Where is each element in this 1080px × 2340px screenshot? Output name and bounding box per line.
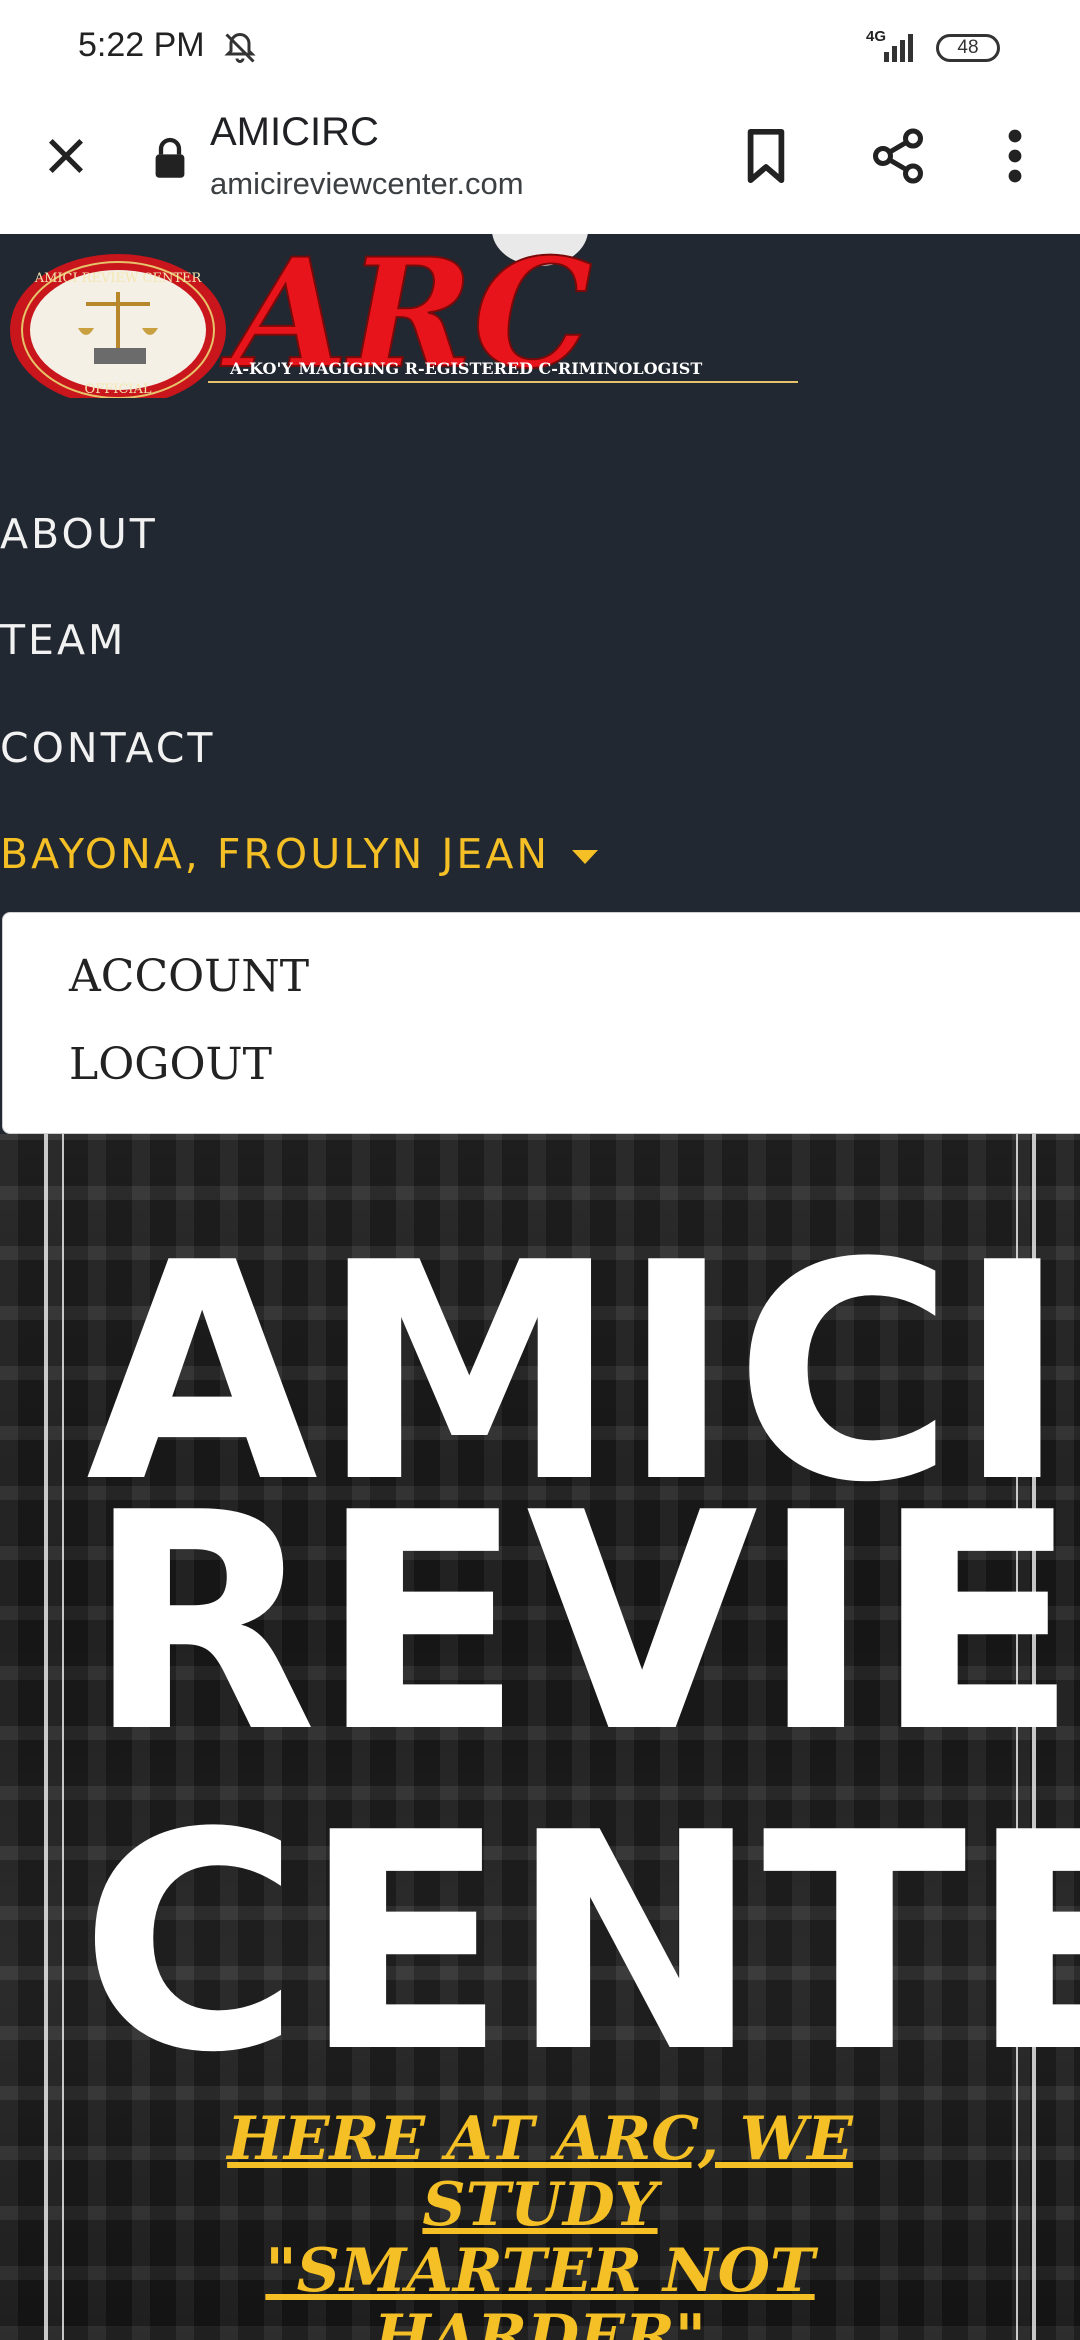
page-url[interactable]: amicireviewcenter.com — [210, 166, 524, 202]
site-logo[interactable]: AMICI REVIEW CENTER OFFICIAL ARC A-KO'Y … — [8, 248, 808, 398]
tagline-line-2: "SMARTER NOT HARDER" — [265, 2236, 815, 2340]
caret-down-icon — [572, 850, 599, 864]
nav-about[interactable]: ABOUT — [0, 510, 158, 558]
more-options-icon[interactable] — [1000, 126, 1030, 186]
menu-item-logout[interactable]: LOGOUT — [69, 1039, 272, 1090]
share-icon[interactable] — [868, 126, 928, 186]
close-icon[interactable] — [40, 130, 92, 182]
status-time: 5:22 PM — [78, 26, 205, 64]
bookmark-icon[interactable] — [744, 126, 788, 186]
web-page: AMICI REVIEW CENTER OFFICIAL ARC A-KO'Y … — [0, 234, 1080, 2340]
nav-contact[interactable]: CONTACT — [0, 724, 215, 772]
browser-toolbar: AMICIRC amicireviewcenter.com — [0, 96, 1080, 235]
hero-border-left — [44, 1134, 48, 2340]
tagline-line-1: HERE AT ARC, WE STUDY — [227, 2104, 853, 2240]
status-bar: 5:22 PM 4G 48 — [0, 0, 1080, 96]
nav-team[interactable]: TEAM — [0, 616, 126, 664]
page-title[interactable]: AMICIRC — [210, 110, 379, 155]
nav-user-menu[interactable]: BAYONA, FROULYN JEAN — [0, 830, 599, 878]
lock-icon[interactable] — [152, 136, 188, 180]
battery-indicator: 48 — [936, 34, 1000, 62]
user-dropdown-menu: ACCOUNT LOGOUT — [2, 912, 1080, 1134]
logo-tagline: A-KO'Y MAGIGING R-EGISTERED C-RIMINOLOGI… — [229, 359, 702, 378]
seal-text-bottom: OFFICIAL — [85, 382, 152, 397]
muted-bell-icon — [224, 32, 256, 63]
signal-icon — [884, 34, 913, 62]
hero-heading-line-2: REVIEW — [86, 1449, 1080, 1798]
hero-banner: AMICI REVIEW CENTER HERE AT ARC, WE STUD… — [0, 1134, 1080, 2340]
hero-heading-line-3: CENTER — [80, 1769, 1080, 2118]
hero-border-left-inner — [62, 1134, 64, 2340]
nav-user-name: BAYONA, FROULYN JEAN — [0, 830, 551, 878]
hero-tagline: HERE AT ARC, WE STUDY "SMARTER NOT HARDE… — [100, 2106, 980, 2340]
menu-item-account[interactable]: ACCOUNT — [69, 951, 309, 1002]
seal-text-top: AMICI REVIEW CENTER — [34, 271, 203, 286]
